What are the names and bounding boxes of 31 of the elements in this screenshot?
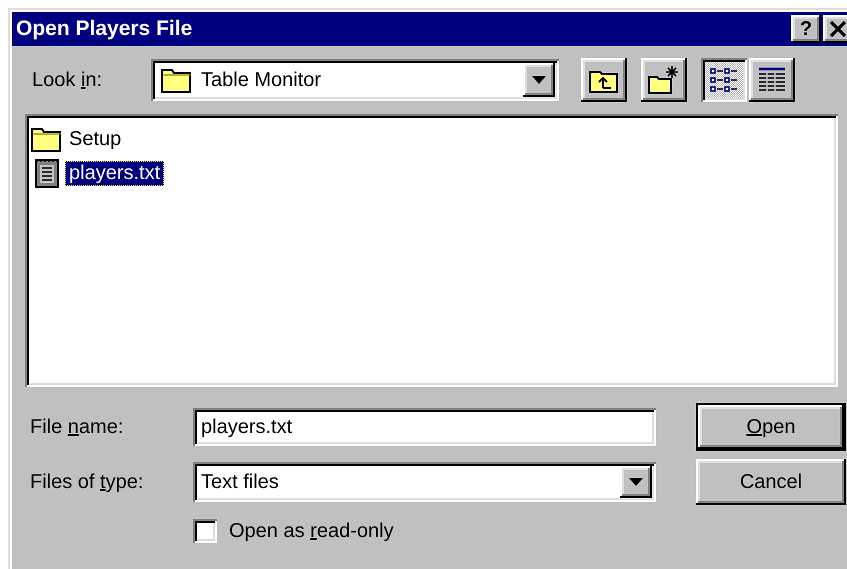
close-button[interactable] — [823, 15, 847, 43]
help-button[interactable]: ? — [791, 15, 821, 43]
file-item[interactable]: Setup — [65, 126, 126, 152]
file-name-label: File name: — [30, 416, 124, 438]
details-view-icon — [757, 67, 787, 93]
up-folder-button[interactable] — [581, 58, 627, 102]
file-name-field[interactable]: players.txt — [193, 408, 656, 446]
details-view-button[interactable] — [749, 58, 795, 102]
dropdown-button[interactable] — [620, 466, 652, 498]
new-folder-button[interactable] — [641, 58, 687, 102]
cancel-button[interactable]: Cancel — [696, 459, 846, 505]
read-only-label: Open as read-only — [229, 520, 394, 542]
window-title: Open Players File — [16, 17, 194, 41]
file-type-label: Files of type: — [30, 470, 144, 494]
folder-icon — [161, 67, 193, 93]
look-in-dropdown[interactable]: Table Monitor — [151, 59, 559, 101]
look-in-label: Look in: — [31, 68, 104, 92]
dropdown-button[interactable] — [523, 63, 555, 97]
new-folder-icon — [648, 66, 680, 94]
open-button[interactable]: Open — [696, 403, 846, 451]
file-type-dropdown[interactable]: Text files — [193, 462, 656, 502]
list-view-button[interactable] — [701, 58, 747, 102]
dropdown-arrow-icon — [532, 76, 546, 84]
folder-icon — [31, 126, 63, 152]
dropdown-arrow-icon — [629, 478, 643, 486]
file-type-value: Text files — [201, 470, 279, 494]
read-only-checkbox[interactable] — [193, 519, 217, 543]
file-item[interactable]: players.txt — [65, 160, 164, 186]
close-icon — [829, 21, 847, 37]
list-view-icon — [709, 67, 739, 93]
look-in-value: Table Monitor — [201, 68, 322, 92]
